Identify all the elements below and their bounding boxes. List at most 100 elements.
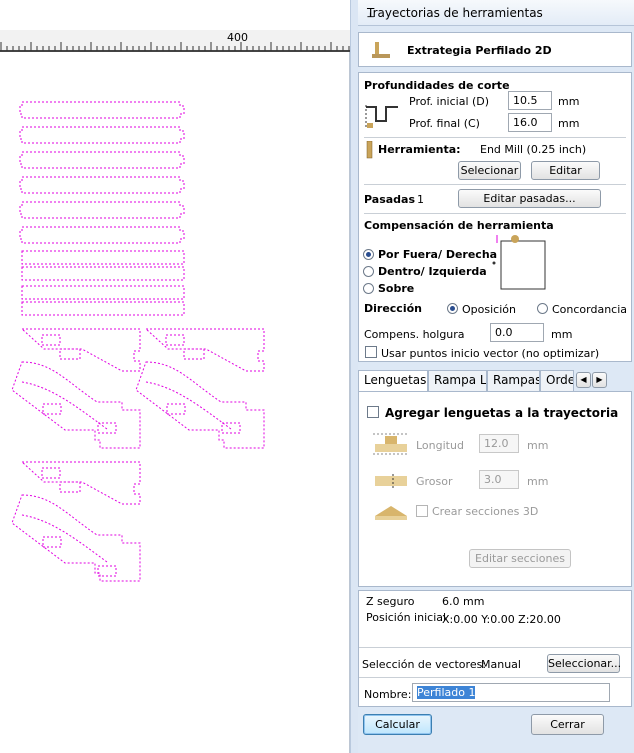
ruler-ticks	[0, 42, 350, 51]
end-depth-label: Prof. final (C)	[409, 117, 480, 130]
vector-selection-label: Selección de vectores:	[362, 658, 487, 671]
length-unit: mm	[527, 439, 549, 452]
vector-parts[interactable]	[0, 52, 350, 752]
name-input[interactable]: Perfilado 1	[412, 683, 610, 702]
start-depth-unit: mm	[558, 95, 580, 108]
vector-strip-6	[19, 226, 185, 244]
end-mill-icon	[366, 141, 373, 159]
start-depth-input[interactable]: 10.5	[508, 91, 552, 110]
vector-strip-9	[21, 285, 185, 300]
home-position-label: Posición inicial	[366, 611, 447, 624]
radio-outside[interactable]	[363, 249, 374, 260]
allowance-input[interactable]: 0.0	[490, 323, 544, 342]
vector-strip-1	[19, 101, 185, 119]
depth-heading: Profundidades de corte	[364, 79, 510, 92]
name-input-value: Perfilado 1	[417, 686, 476, 699]
tab-lenguetas[interactable]: Lenguetas	[358, 370, 428, 392]
close-button[interactable]: Cerrar	[531, 714, 604, 735]
length-label: Longitud	[416, 439, 464, 452]
vector-strip-2	[19, 126, 185, 144]
separator	[364, 137, 626, 138]
tool-name: End Mill (0.25 inch)	[480, 143, 587, 156]
tab-3d-icon	[375, 506, 407, 520]
strategy-title: Extrategia Perfilado 2D	[407, 44, 552, 57]
tab-rampa-l[interactable]: Rampa L.	[428, 370, 487, 391]
tab-scroll-left-icon[interactable]: ◀	[576, 372, 591, 388]
ruler-label-400: 400	[227, 31, 248, 44]
allowance-label: Compens. holgura	[364, 328, 465, 341]
thickness-input[interactable]: 3.0	[479, 470, 519, 489]
radio-conventional-label: Oposición	[462, 303, 516, 316]
radio-climb[interactable]	[537, 303, 548, 314]
radio-conventional[interactable]	[447, 303, 458, 314]
separator	[364, 184, 626, 185]
vector-start-label: Usar puntos inicio vector (no optimizar)	[381, 347, 600, 360]
end-depth-unit: mm	[558, 117, 580, 130]
vector-strip-7	[21, 250, 185, 265]
vector-selection-mode: Manual	[481, 658, 521, 671]
profile-tool-icon	[372, 42, 390, 58]
separator	[364, 213, 626, 214]
add-tabs-checkbox[interactable]	[367, 406, 379, 418]
end-depth-input[interactable]: 16.0	[508, 113, 552, 132]
home-position-value: X:0.00 Y:0.00 Z:20.00	[442, 613, 561, 626]
radio-outside-label: Por Fuera/ Derecha	[378, 248, 498, 261]
radio-inside[interactable]	[363, 266, 374, 277]
info-box: Z seguro 6.0 mm Posición inicial X:0.00 …	[358, 590, 632, 707]
tab-orden[interactable]: Orde	[540, 370, 574, 391]
allowance-unit: mm	[551, 328, 573, 341]
edit-passes-button[interactable]: Editar pasadas...	[458, 189, 601, 208]
tab-length-icon	[373, 433, 409, 455]
vector-bracket-2	[135, 328, 265, 449]
vector-strip-5	[19, 201, 185, 219]
design-canvas[interactable]: 400	[0, 0, 350, 753]
passes-label: Pasadas	[364, 193, 416, 206]
passes-count: 1	[417, 193, 424, 206]
vector-start-checkbox[interactable]	[365, 346, 377, 358]
tool-label: Herramienta:	[378, 143, 461, 156]
select-vectors-button[interactable]: Seleccionar...	[547, 654, 621, 673]
vector-strip-10	[21, 301, 185, 316]
horizontal-ruler: 400	[0, 30, 350, 52]
separator	[359, 677, 631, 678]
panel-splitter[interactable]	[350, 0, 358, 753]
tab-thickness-icon	[375, 474, 407, 488]
vector-bracket-3	[11, 461, 141, 582]
vector-strip-4	[19, 176, 185, 194]
depth-diagram-icon	[365, 105, 398, 128]
compensation-preview-icon	[492, 235, 546, 290]
radio-inside-label: Dentro/ Izquierda	[378, 265, 487, 278]
thickness-label: Grosor	[416, 475, 453, 488]
edit-tool-button[interactable]: Editar	[531, 161, 600, 180]
length-input[interactable]: 12.0	[479, 434, 519, 453]
thickness-unit: mm	[527, 475, 549, 488]
tab-scroll-right-icon[interactable]: ▶	[592, 372, 607, 388]
radio-on[interactable]	[363, 283, 374, 294]
start-depth-label: Prof. inicial (D)	[409, 95, 490, 108]
strategy-header: Extrategia Perfilado 2D	[358, 32, 632, 67]
direction-label: Dirección	[364, 302, 422, 315]
tab-strip: Lenguetas Rampa L. Rampas Orde ◀ ▶	[358, 370, 632, 392]
radio-climb-label: Concordancia	[552, 303, 628, 316]
vector-strip-8	[21, 266, 185, 281]
calculate-button[interactable]: Calcular	[363, 714, 432, 735]
settings-box: Profundidades de corte Prof. inicial (D)…	[358, 72, 632, 362]
name-label: Nombre:	[364, 688, 412, 701]
sections-3d-checkbox[interactable]	[416, 505, 428, 517]
panel-titlebar: Trayectorias de herramientas ⫠	[358, 0, 634, 26]
edit-sections-button[interactable]: Editar secciones	[469, 549, 571, 568]
lenguetas-panel: Agregar lenguetas a la trayectoria Longi…	[358, 391, 632, 587]
vector-bracket-1	[11, 328, 141, 449]
toolpath-panel: Trayectorias de herramientas ⫠ Extrategi…	[358, 0, 634, 753]
sections-3d-label: Crear secciones 3D	[432, 505, 539, 518]
radio-on-label: Sobre	[378, 282, 415, 295]
safe-z-value: 6.0 mm	[442, 595, 485, 608]
canvas-top-strip	[0, 0, 350, 30]
add-tabs-label: Agregar lenguetas a la trayectoria	[385, 406, 619, 420]
vector-strip-3	[19, 151, 185, 169]
separator	[359, 647, 631, 648]
safe-z-label: Z seguro	[366, 595, 415, 608]
select-tool-button[interactable]: Selecionar	[458, 161, 521, 180]
pin-icon[interactable]: ⫠	[367, 6, 628, 21]
tab-rampas[interactable]: Rampas	[487, 370, 540, 391]
